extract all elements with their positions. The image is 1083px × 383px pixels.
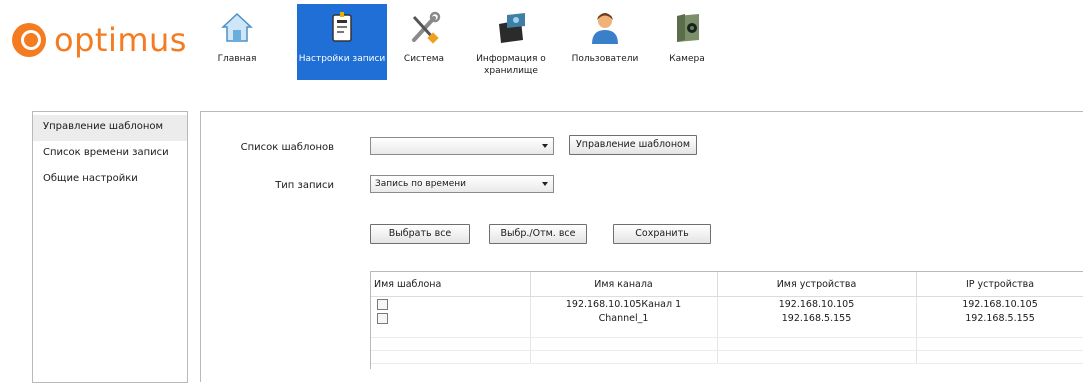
nav-system-label: Система [403,54,445,64]
nav-users[interactable]: Пользователи [569,4,641,80]
nav-camera-label: Камера [669,54,705,64]
nav-system[interactable]: Система [399,4,449,80]
sidebar-item-record-schedule[interactable]: Список времени записи [33,141,187,167]
nav-users-label: Пользователи [571,54,639,64]
col-channel-name: Имя канала [530,272,718,297]
row-checkbox[interactable] [377,298,388,310]
row-checkbox[interactable] [377,312,388,324]
template-list-select[interactable] [370,137,554,155]
brand-logo: optimus [12,18,187,62]
nav-storage-info[interactable]: Информация о хранилище [473,4,549,80]
manage-template-button[interactable]: Управление шаблоном [569,135,697,155]
cell-device: 192.168.5.155 [717,311,917,325]
sidebar-item-general-settings[interactable]: Общие настройки [33,167,187,193]
cell-channel: Channel_1 [530,311,718,325]
empty-row [371,337,1083,351]
template-list-chevron-down-icon [542,144,548,148]
record-type-chevron-down-icon [542,182,548,186]
cell-ip: 192.168.10.105 [916,296,1083,311]
tools-icon [412,11,441,44]
users-icon [592,13,618,44]
sidebar-item-template-management[interactable]: Управление шаблоном [33,115,187,141]
table-header-row: Имя шаблона Имя канала Имя устройства IP… [371,272,1083,297]
cell-device: 192.168.10.105 [717,296,917,311]
cell-ip: 192.168.5.155 [916,311,1083,325]
table-row[interactable]: 192.168.10.105Канал 1 192.168.10.105 192… [371,296,1083,311]
nav-recording-settings[interactable]: Настройки записи [297,4,387,80]
nav-recording-settings-label: Настройки записи [298,54,386,64]
record-type-select[interactable]: Запись по времени [370,175,554,193]
record-type-value: Запись по времени [375,179,466,189]
logo-mark-icon [12,23,46,57]
table-row[interactable]: Channel_1 192.168.5.155 192.168.5.155 [371,311,1083,325]
recording-settings-icon [332,12,352,42]
save-button[interactable]: Сохранить [613,224,711,244]
nav-home-label: Главная [217,54,257,64]
empty-row [371,350,1083,364]
channel-table: Имя шаблона Имя канала Имя устройства IP… [370,271,1083,369]
nav-storage-info-label: Информация о хранилище [476,54,546,76]
nav-camera[interactable]: Камера [665,4,709,80]
settings-sidebar: Управление шаблоном Список времени запис… [32,111,188,383]
storage-icon [499,13,525,43]
cell-channel: 192.168.10.105Канал 1 [530,296,718,311]
brand-name: optimus [54,21,187,59]
col-device-name: Имя устройства [717,272,917,297]
col-template-name: Имя шаблона [371,272,531,297]
template-list-label: Список шаблонов [240,142,334,153]
toggle-select-button[interactable]: Выбр./Отм. все [489,224,587,244]
main-nav: Главная Настройки записи Система Информа… [212,4,709,80]
camera-icon [677,14,699,42]
record-type-label: Тип записи [275,180,334,191]
top-header: optimus Главная Настройки записи Система… [0,0,1083,80]
empty-row [371,325,1083,338]
home-icon [221,12,253,42]
nav-home[interactable]: Главная [212,4,262,80]
select-all-button[interactable]: Выбрать все [370,224,470,244]
col-device-ip: IP устройства [916,272,1083,297]
